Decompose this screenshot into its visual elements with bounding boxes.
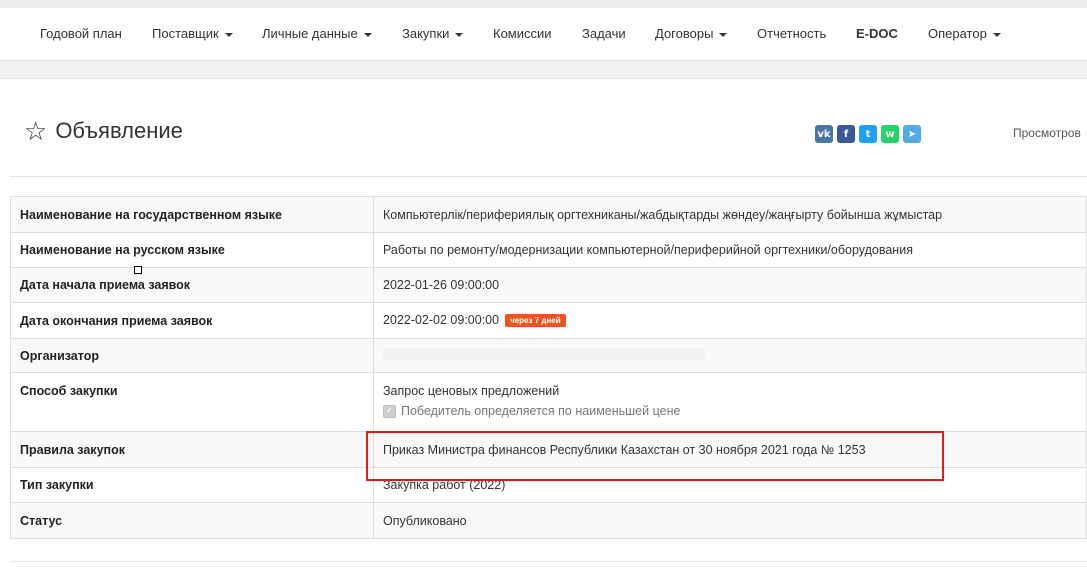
table-row: Дата начала приема заявок 2022-01-26 09:… — [10, 267, 1087, 303]
nav-purchases[interactable]: Закупки — [402, 8, 464, 60]
nav-label: Поставщик — [152, 26, 219, 41]
highlight-box — [366, 431, 944, 481]
divider — [10, 561, 1087, 562]
time-left-badge: через 7 дней — [505, 313, 566, 327]
row-label: Тип закупки — [10, 467, 374, 503]
table-row: Организатор — [10, 338, 1087, 373]
row-value: Компьютерлік/перифериялық оргтехниканы/ж… — [373, 196, 1087, 233]
nav-operator[interactable]: Оператор — [928, 8, 1001, 60]
views-counter: Просмотров — [1013, 126, 1081, 140]
cursor-marker — [134, 266, 142, 274]
row-label: Статус — [10, 502, 374, 539]
nav-label: Договоры — [655, 26, 714, 41]
twitter-icon[interactable]: t — [859, 125, 877, 143]
telegram-icon[interactable]: ➤ — [903, 125, 921, 143]
row-value: Опубликовано — [373, 502, 1087, 539]
nav-label: Закупки — [402, 26, 450, 41]
nav-label: Задачи — [582, 26, 626, 41]
main-navbar: Годовой план Поставщик Личные данные Зак… — [0, 8, 1087, 61]
nav-reports[interactable]: Отчетность — [757, 8, 826, 60]
table-row: Наименование на русском языке Работы по … — [10, 232, 1087, 268]
facebook-icon[interactable]: f — [837, 125, 855, 143]
nav-label: Комиссии — [493, 26, 552, 41]
divider — [10, 176, 1087, 177]
page-header: ☆ Объявление — [24, 114, 183, 148]
caret-down-icon — [992, 32, 1001, 37]
row-label: Организатор — [10, 338, 374, 373]
whatsapp-icon[interactable]: w — [881, 125, 899, 143]
nav-annual-plan[interactable]: Годовой план — [40, 8, 122, 60]
lowest-price-checkbox-line: ✓ Победитель определяется по наименьшей … — [383, 404, 1077, 418]
table-row: Наименование на государственном языке Ко… — [10, 196, 1087, 233]
announcement-details-table: Наименование на государственном языке Ко… — [10, 196, 1087, 539]
nav-label: Годовой план — [40, 26, 122, 41]
caret-down-icon — [719, 32, 728, 37]
share-buttons: vk f t w ➤ — [815, 125, 921, 143]
row-label: Дата начала приема заявок — [10, 267, 374, 303]
row-label: Правила закупок — [10, 431, 374, 468]
nav-tasks[interactable]: Задачи — [582, 8, 626, 60]
row-label: Дата окончания приема заявок — [10, 302, 374, 339]
star-icon[interactable]: ☆ — [24, 118, 47, 144]
redacted-organizer — [383, 348, 705, 360]
nav-contracts[interactable]: Договоры — [655, 8, 728, 60]
table-row: Способ закупки Запрос ценовых предложени… — [10, 372, 1087, 432]
caret-down-icon — [455, 32, 464, 37]
nav-personal-data[interactable]: Личные данные — [262, 8, 372, 60]
row-label: Способ закупки — [10, 372, 374, 432]
nav-edoc[interactable]: E-DOC — [856, 8, 898, 60]
method-value: Запрос ценовых предложений — [383, 384, 560, 398]
table-row: Статус Опубликовано — [10, 502, 1087, 539]
nav-supplier[interactable]: Поставщик — [152, 8, 233, 60]
page-title: Объявление — [55, 118, 183, 143]
row-value: 2022-01-26 09:00:00 — [373, 267, 1087, 303]
row-value: Запрос ценовых предложений ✓ Победитель … — [373, 372, 1087, 432]
caret-down-icon — [224, 32, 233, 37]
row-label: Наименование на государственном языке — [10, 196, 374, 233]
header-band — [0, 61, 1087, 79]
nav-label: Личные данные — [262, 26, 358, 41]
table-row: Дата окончания приема заявок 2022-02-02 … — [10, 302, 1087, 339]
top-strip — [0, 0, 1087, 8]
row-value — [373, 338, 1087, 373]
end-date-value: 2022-02-02 09:00:00 — [383, 313, 500, 328]
method-note: Победитель определяется по наименьшей це… — [401, 404, 681, 418]
row-label: Наименование на русском языке — [10, 232, 374, 268]
caret-down-icon — [363, 32, 372, 37]
checkbox-checked-icon: ✓ — [383, 404, 396, 418]
nav-label: Оператор — [928, 26, 987, 41]
nav-commissions[interactable]: Комиссии — [493, 8, 552, 60]
row-value: 2022-02-02 09:00:00 через 7 дней — [373, 302, 1087, 339]
nav-label: Отчетность — [757, 26, 827, 41]
nav-label: E-DOC — [856, 26, 898, 41]
vk-icon[interactable]: vk — [815, 125, 833, 143]
row-value: Работы по ремонту/модернизации компьютер… — [373, 232, 1087, 268]
